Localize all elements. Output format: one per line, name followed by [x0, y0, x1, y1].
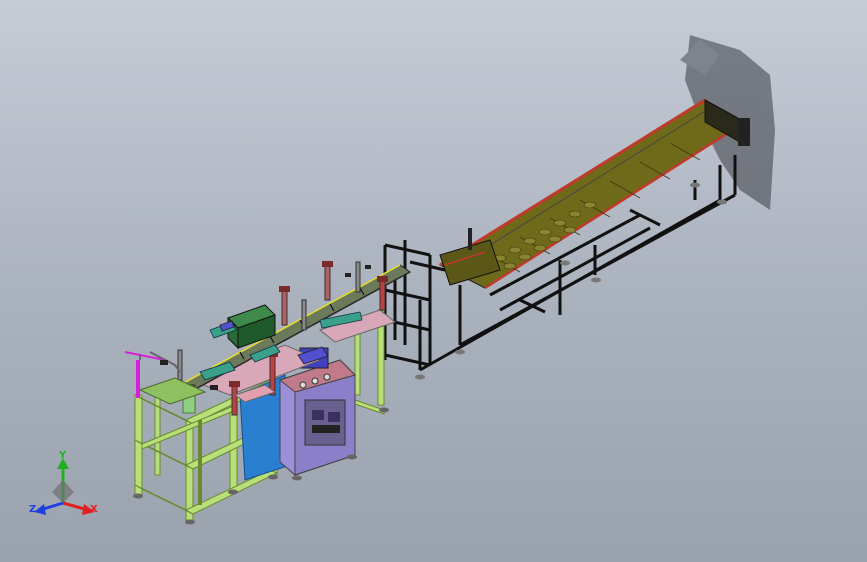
- machine-assembly-model[interactable]: [0, 0, 867, 562]
- cad-viewport[interactable]: Y X Z: [0, 0, 867, 562]
- conveyor-support-frame: [383, 155, 737, 372]
- triad-z-label: Z: [29, 504, 37, 515]
- triad-x-label: X: [90, 504, 98, 515]
- triad-y-label: Y: [59, 450, 67, 461]
- coordinate-triad: [34, 458, 95, 515]
